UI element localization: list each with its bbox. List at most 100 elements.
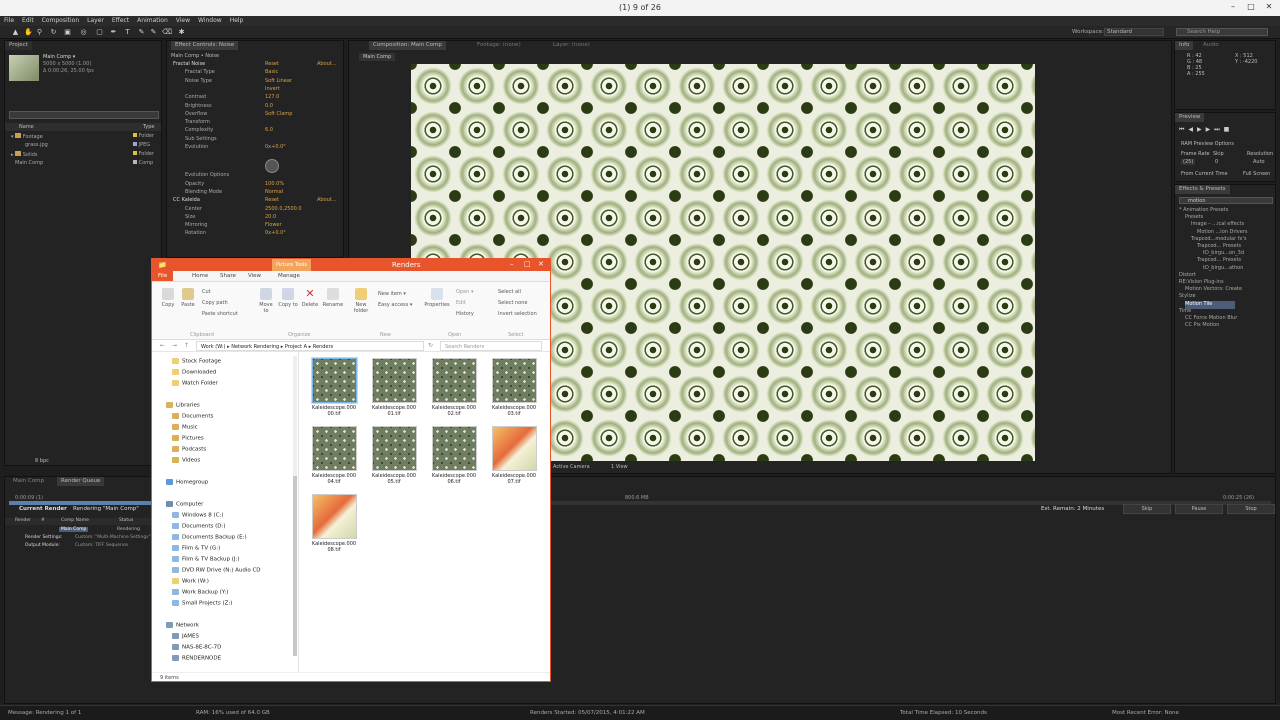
- menu-file[interactable]: File: [0, 16, 18, 25]
- project-item-main-comp[interactable]: Main Comp Comp: [5, 160, 161, 168]
- nav-libraries[interactable]: Libraries: [166, 402, 200, 409]
- col-render-header[interactable]: Render: [15, 518, 31, 523]
- type-tool-icon[interactable]: T: [124, 29, 131, 36]
- explorer-close-button[interactable]: ✕: [538, 260, 544, 268]
- full-screen-checkbox[interactable]: Full Screen: [1243, 171, 1270, 177]
- minimize-button[interactable]: –: [1226, 2, 1240, 13]
- nav-drive-item[interactable]: Film & TV Backup (J:): [172, 556, 240, 563]
- camera-select[interactable]: Active Camera: [553, 464, 590, 470]
- selection-tool-icon[interactable]: ▲: [12, 29, 19, 36]
- up-arrow-icon[interactable]: ↑: [184, 342, 189, 349]
- frame-rate-select[interactable]: (25): [1181, 159, 1196, 165]
- menu-edit[interactable]: Edit: [18, 16, 38, 25]
- effect-property-value[interactable]: Basic: [265, 69, 278, 75]
- effect-row[interactable]: Invert: [167, 86, 343, 94]
- effects-list-item[interactable]: CC Pix Motion: [1185, 322, 1275, 330]
- effect-property-value[interactable]: Soft Clamp: [265, 111, 292, 117]
- paste-button[interactable]: Paste: [180, 288, 196, 308]
- nav-drive-item[interactable]: Work (W:): [172, 578, 209, 585]
- nav-drive-item[interactable]: Small Projects (Z:): [172, 600, 232, 607]
- workspace-select[interactable]: Standard: [1104, 28, 1164, 36]
- nav-drive-item[interactable]: Documents Backup (E:): [172, 534, 247, 541]
- nav-drive-item[interactable]: Windows 8 (C:): [172, 512, 224, 519]
- cut-button[interactable]: Cut: [202, 289, 211, 295]
- tab-project[interactable]: Project: [5, 41, 32, 50]
- file-item[interactable]: Kaleidescope.000 02.tif: [426, 358, 482, 417]
- copy-to-button[interactable]: Copy to: [278, 288, 298, 308]
- nav-drive-item[interactable]: Documents (D:): [172, 523, 226, 530]
- project-search-input[interactable]: [9, 111, 159, 119]
- comp-breadcrumb[interactable]: Main Comp: [359, 53, 396, 61]
- render-settings-value[interactable]: Custom: "Multi-Machine Settings": [75, 535, 151, 540]
- effect-row[interactable]: Fractal Type Basic: [167, 69, 343, 77]
- render-queue-item[interactable]: Main Comp Rendering: [5, 527, 155, 534]
- tab-preview[interactable]: Preview: [1175, 113, 1205, 122]
- effect-property-value[interactable]: Soft Linear: [265, 78, 292, 84]
- col-name-header[interactable]: Name: [19, 124, 34, 130]
- new-item-button[interactable]: New item ▾: [378, 291, 406, 297]
- copy-button[interactable]: Copy: [160, 288, 176, 308]
- effect-row[interactable]: Overflow Soft Clamp: [167, 111, 343, 119]
- nav-computer[interactable]: Computer: [166, 501, 203, 508]
- edit-button[interactable]: Edit: [456, 300, 466, 306]
- paste-shortcut-button[interactable]: Paste shortcut: [202, 311, 238, 317]
- nav-homegroup[interactable]: Homegroup: [166, 479, 208, 486]
- explorer-minimize-button[interactable]: –: [510, 260, 514, 268]
- address-breadcrumb[interactable]: Work (W:) ▸ Network Rendering ▸ Project …: [196, 341, 424, 351]
- pause-button[interactable]: Pause: [1175, 504, 1223, 514]
- properties-button[interactable]: Properties: [424, 288, 450, 308]
- effect-row[interactable]: Opacity 100.0%: [167, 181, 343, 189]
- ribbon-tab-home[interactable]: Home: [192, 273, 208, 279]
- evolution-dial[interactable]: [265, 159, 279, 173]
- copy-path-button[interactable]: Copy path: [202, 300, 228, 306]
- nav-library-item[interactable]: Music: [172, 424, 198, 431]
- skip-input[interactable]: 0: [1215, 159, 1218, 165]
- nav-library-item[interactable]: Pictures: [172, 435, 204, 442]
- file-item[interactable]: Kaleidescope.000 00.tif: [306, 358, 362, 417]
- nav-network-item[interactable]: NAS-8E-8C-7D: [172, 644, 221, 651]
- nav-favorite-item[interactable]: Watch Folder: [172, 380, 218, 387]
- pan-behind-tool-icon[interactable]: ◎: [80, 29, 87, 36]
- menu-effect[interactable]: Effect: [108, 16, 133, 25]
- effect-row[interactable]: Contrast 127.0: [167, 94, 343, 102]
- move-to-button[interactable]: Move to: [256, 288, 276, 314]
- effect-row[interactable]: Size 20.0: [167, 214, 343, 222]
- refresh-icon[interactable]: ↻: [428, 342, 433, 349]
- ribbon-tab-view[interactable]: View: [248, 273, 261, 279]
- search-renders-input[interactable]: Search Renders: [440, 341, 542, 351]
- col-status-header[interactable]: Status: [119, 518, 133, 523]
- effect-property-value[interactable]: 20.0: [265, 214, 276, 220]
- nav-network-item[interactable]: RENDERNODE: [172, 655, 221, 662]
- easy-access-button[interactable]: Easy access ▾: [378, 302, 412, 308]
- nav-scrollbar[interactable]: [293, 356, 297, 656]
- effect-row[interactable]: Mirroring Flower: [167, 222, 343, 230]
- col-number-header[interactable]: #: [41, 518, 45, 523]
- invert-selection-button[interactable]: Invert selection: [498, 311, 537, 317]
- nav-library-item[interactable]: Videos: [172, 457, 200, 464]
- back-arrow-icon[interactable]: ←: [160, 342, 165, 349]
- menu-animation[interactable]: Animation: [133, 16, 172, 25]
- rename-button[interactable]: Rename: [322, 288, 344, 308]
- effect-property-value[interactable]: Invert: [265, 86, 280, 92]
- tab-render-queue[interactable]: Render Queue: [57, 477, 105, 486]
- close-button[interactable]: ✕: [1262, 2, 1276, 13]
- brush-tool-icon[interactable]: ✎: [138, 29, 145, 36]
- ribbon-tab-manage[interactable]: Manage: [278, 273, 300, 279]
- nav-favorite-item[interactable]: Downloaded: [172, 369, 216, 376]
- nav-drive-item[interactable]: Film & TV (G:): [172, 545, 220, 552]
- project-item-footage[interactable]: ▾ Footage Folder: [5, 133, 161, 141]
- ram-preview-options[interactable]: RAM Preview Options: [1181, 141, 1234, 147]
- effect-row[interactable]: Complexity 6.0: [167, 127, 343, 135]
- clone-tool-icon[interactable]: ✎: [150, 29, 157, 36]
- nav-network[interactable]: Network: [166, 622, 199, 629]
- ribbon-tab-share[interactable]: Share: [220, 273, 236, 279]
- view-layout-select[interactable]: 1 View: [611, 464, 628, 470]
- effect-row[interactable]: Blending Mode Normal: [167, 189, 343, 197]
- mask-tool-icon[interactable]: ▢: [96, 29, 103, 36]
- menu-help[interactable]: Help: [226, 16, 248, 25]
- tab-footage[interactable]: Footage: (none): [473, 41, 525, 50]
- effect-property-value[interactable]: 0x+0.0°: [265, 144, 286, 150]
- open-button[interactable]: Open ▾: [456, 289, 473, 295]
- file-item[interactable]: Kaleidescope.000 04.tif: [306, 426, 362, 485]
- effect-row[interactable]: Center 2500.0,2500.0: [167, 206, 343, 214]
